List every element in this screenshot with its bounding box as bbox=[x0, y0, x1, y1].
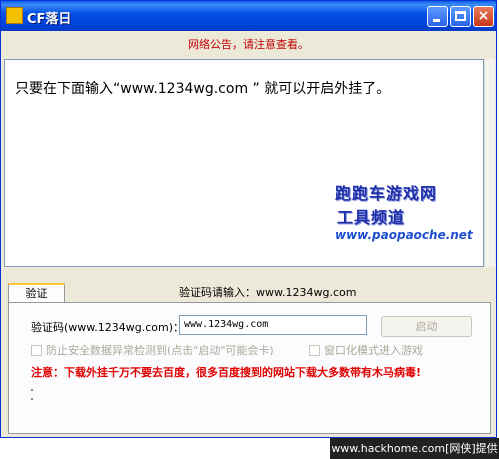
watermark-line1: 跑跑车游戏网 bbox=[335, 184, 438, 203]
close-button[interactable]: × bbox=[473, 6, 494, 27]
notice-bar: 网络公告，请注意查看。 bbox=[188, 38, 309, 51]
code-input[interactable]: www.1234wg.com bbox=[179, 315, 367, 335]
maximize-button[interactable] bbox=[450, 6, 471, 27]
minimize-button[interactable] bbox=[427, 6, 448, 27]
bullet-dot bbox=[31, 389, 33, 391]
checkbox-anti-detect[interactable]: 防止安全数据异常检测到(点击"启动"可能会卡) bbox=[31, 342, 274, 358]
watermark-url: www.paopaoche.net bbox=[335, 228, 473, 242]
checkbox-windowed[interactable]: 窗口化模式进入游戏 bbox=[309, 342, 423, 358]
watermark-line2: 工具频道 bbox=[337, 208, 406, 227]
code-label: 验证码(www.1234wg.com)： bbox=[31, 321, 185, 334]
start-button[interactable]: 启动 bbox=[381, 316, 472, 337]
window-title: CF落日 bbox=[27, 12, 72, 27]
footer-credit: www.hackhome.com[网侠]提供 bbox=[330, 438, 499, 459]
instruction-message: 只要在下面输入“www.1234wg.com ” 就可以开启外挂了。 bbox=[15, 81, 391, 97]
content-scrollbar[interactable] bbox=[484, 59, 495, 267]
content-area: 只要在下面输入“www.1234wg.com ” 就可以开启外挂了。 跑跑车游戏… bbox=[4, 59, 484, 267]
verify-panel: 验证 验证码请输入：www.1234wg.com 验证码(www.1234wg.… bbox=[4, 271, 495, 437]
minimize-icon bbox=[433, 19, 440, 22]
checkbox-box[interactable] bbox=[31, 345, 42, 356]
checkbox-anti-detect-label: 防止安全数据异常检测到(点击"启动"可能会卡) bbox=[46, 344, 274, 357]
maximize-icon bbox=[455, 11, 466, 21]
checkbox-windowed-label: 窗口化模式进入游戏 bbox=[324, 344, 423, 357]
title-bar[interactable]: CF落日 × bbox=[1, 1, 496, 31]
close-icon: × bbox=[477, 8, 490, 24]
verify-prompt: 验证码请输入：www.1234wg.com bbox=[179, 286, 357, 299]
watermark-logo: 跑跑车游戏网 工具频道 www.paopaoche.net bbox=[335, 180, 473, 242]
checkbox-box[interactable] bbox=[309, 345, 320, 356]
main-window: CF落日 × 网络公告，请注意查看。 只要在下面输入“www.1234wg.co… bbox=[0, 0, 497, 438]
tab-body: 验证码(www.1234wg.com)： www.1234wg.com 启动 防… bbox=[8, 302, 491, 434]
app-icon bbox=[6, 7, 23, 24]
warning-text: 注意：下载外挂千万不要去百度，很多百度搜到的网站下载大多数带有木马病毒! bbox=[31, 366, 422, 379]
tab-verify[interactable]: 验证 bbox=[8, 283, 65, 303]
bullet-dot bbox=[31, 398, 33, 400]
